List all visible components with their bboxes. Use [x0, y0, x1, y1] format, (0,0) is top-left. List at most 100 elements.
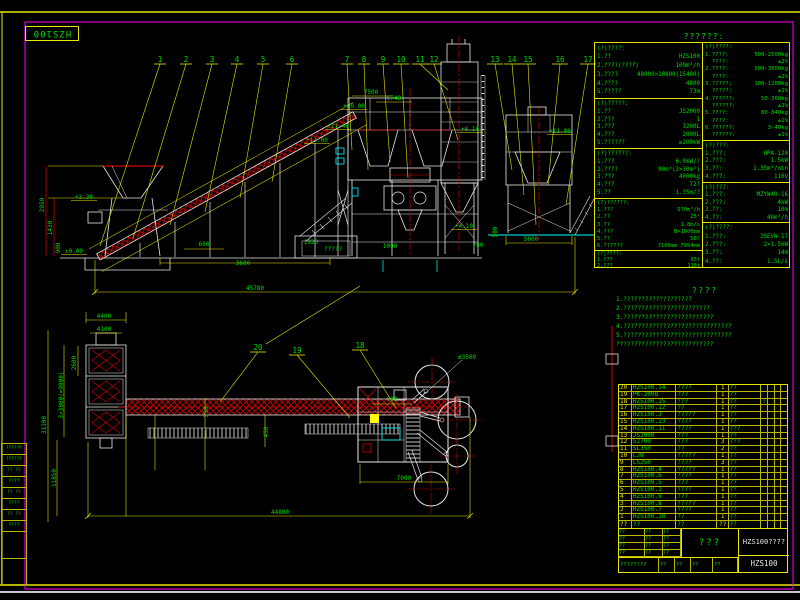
- spec-row-label: 3.???: [597, 174, 615, 181]
- dim-text: +11.00: [306, 137, 328, 144]
- spec-row-value: 72?: [689, 182, 700, 189]
- parts-cell: [768, 446, 776, 452]
- parts-cell: [781, 514, 787, 520]
- parts-cell: ??: [729, 385, 762, 391]
- parts-cell: LJW: [632, 452, 677, 459]
- parts-cell: 1: [717, 466, 729, 473]
- strip-row: ??????: [1, 454, 27, 465]
- parts-cell: 1: [717, 480, 729, 486]
- spec-row-label: 2.???: [597, 263, 613, 267]
- spec-row: 2.???: 1.5kW: [705, 158, 788, 164]
- parts-row: 17 HZS100.12?? 1??: [619, 405, 787, 413]
- spec-row-label: ????:: [705, 73, 729, 80]
- parts-cell: ??: [729, 493, 762, 500]
- spec-row-label: 5.??: [597, 235, 610, 242]
- dim-text: 5000: [524, 236, 539, 243]
- parts-cell: [761, 405, 769, 412]
- parts-cell: [781, 501, 787, 507]
- title-block: ???????????????????????? ???????????????…: [618, 528, 789, 573]
- parts-cell: 1: [717, 500, 729, 507]
- spec-row-label: 5.??????: [597, 140, 625, 147]
- spec-row: 3.?? 1.8m/s: [597, 222, 700, 228]
- spec-row-label: 4.???: [597, 132, 615, 139]
- title-block-sub-cell: ??: [659, 558, 675, 573]
- parts-cell: [768, 486, 776, 493]
- spec-row: 1.?? HZS100: [597, 54, 700, 60]
- spec-row-label: 4.??????:: [705, 95, 736, 102]
- spec-cell: (?)????: 1.???: 2SEVW-17 2.???: 2×1.5kW 3.??:…: [703, 223, 790, 267]
- parts-cell: 11: [619, 446, 632, 452]
- parts-cell: 3: [619, 500, 632, 507]
- parts-cell: HZS100.4: [632, 466, 677, 473]
- spec-row-label: 4.??:: [705, 258, 723, 265]
- dim-text: 3600: [236, 260, 251, 267]
- parts-cell: ??: [676, 446, 717, 452]
- parts-cell: [761, 459, 769, 466]
- dim-text: +8.10: [461, 126, 479, 133]
- strip-row: ????: [1, 520, 27, 531]
- spec-row: 5.?? 1.35m/?: [597, 190, 700, 196]
- parts-cell: ?????: [676, 466, 717, 473]
- dim-text: 700: [473, 242, 484, 249]
- parts-cell: [781, 460, 787, 466]
- spec-row: 1.??? 570m³/h: [597, 207, 700, 213]
- parts-cell: [781, 446, 787, 452]
- spec-row: 1.???: MZYW40-16: [705, 192, 788, 198]
- spec-row-value: 40m³/h: [767, 214, 788, 221]
- spec-row-value: 73m: [689, 89, 700, 96]
- spec-cell: (?)???: 1.???: MZYW40-16 2.???: 4kW 3.??: 10m 4…: [703, 183, 790, 223]
- spec-row-value: 110V: [774, 174, 788, 181]
- spec-row-value: 50?: [690, 235, 700, 242]
- parts-cell: ???: [676, 432, 717, 439]
- parts-cell: ??: [729, 452, 762, 459]
- spec-row-label: 4.????: [597, 80, 618, 87]
- spec-row-label: 3.??:: [705, 250, 723, 257]
- spec-row-label: 1.????:: [705, 51, 729, 58]
- spec-row-label: ????:: [705, 59, 729, 66]
- spec-row-value: 1.5L/s: [767, 258, 788, 265]
- drawing-code: HZS100: [750, 559, 778, 568]
- balloon-number: 7: [345, 55, 350, 64]
- spec-row-value: JS2000: [679, 108, 700, 115]
- title-block-cell: ??: [663, 543, 681, 549]
- spec-row-value: 570m³/h: [677, 207, 700, 214]
- title-block-right: HZS100???? HZS100: [738, 529, 789, 573]
- spec-row: 1.???: 2SEVW-17: [705, 234, 788, 240]
- spec-cell: (?)??????: 1.??? 6.0kW/? 2.???? 90m³(3×30m³)…: [595, 149, 702, 199]
- dim-text: 500: [492, 226, 499, 237]
- spec-row: ??????: ±1%: [705, 132, 788, 138]
- parts-cell: [761, 466, 769, 473]
- spec-row: 1.????: 500-2500kg: [705, 52, 788, 58]
- parts-cell: 3: [717, 439, 729, 446]
- title-block-cell: ??: [619, 543, 645, 549]
- parts-row: 10 LJW????? 1??: [619, 452, 787, 460]
- parts-row: 11 SL350?? 2??: [619, 446, 787, 453]
- title-block-row: ??????: [619, 529, 681, 536]
- title-block-cell: ??: [619, 529, 645, 535]
- parts-cell: ???: [676, 480, 717, 486]
- parts-cell: ????: [676, 425, 717, 432]
- parts-cell: LS250: [632, 459, 677, 466]
- parts-cell: HZS100.7: [632, 507, 677, 514]
- spec-row-label: 3.??:: [705, 166, 723, 173]
- parts-cell: 2: [717, 446, 729, 452]
- parts-cell: [781, 480, 787, 486]
- title-block-cell: ??: [645, 543, 663, 549]
- parts-cell: 2: [619, 507, 632, 514]
- spec-row-label: 2.???:: [705, 241, 726, 248]
- parts-cell: [761, 391, 769, 398]
- dim-text: 1000: [383, 243, 398, 250]
- spec-row-value: HZS100: [679, 54, 700, 61]
- spec-row: ????: ±2%: [705, 59, 788, 65]
- parts-cell: ???: [676, 391, 717, 398]
- spec-row: 4.??????: 50-300kg: [705, 96, 788, 102]
- parts-cell: 15: [619, 418, 632, 425]
- spec-row-value: ±2%: [777, 59, 788, 66]
- balloon-number: 9: [381, 55, 386, 64]
- spec-row-label: 1.??: [597, 108, 611, 115]
- spec-cell-header: (?)????:: [705, 225, 733, 232]
- spec-row-value: 100m³/h: [675, 63, 700, 70]
- spec-row-value: 2000L: [682, 132, 700, 139]
- parts-cell: ???: [676, 493, 717, 500]
- parts-cell: HZS100.6: [632, 473, 677, 480]
